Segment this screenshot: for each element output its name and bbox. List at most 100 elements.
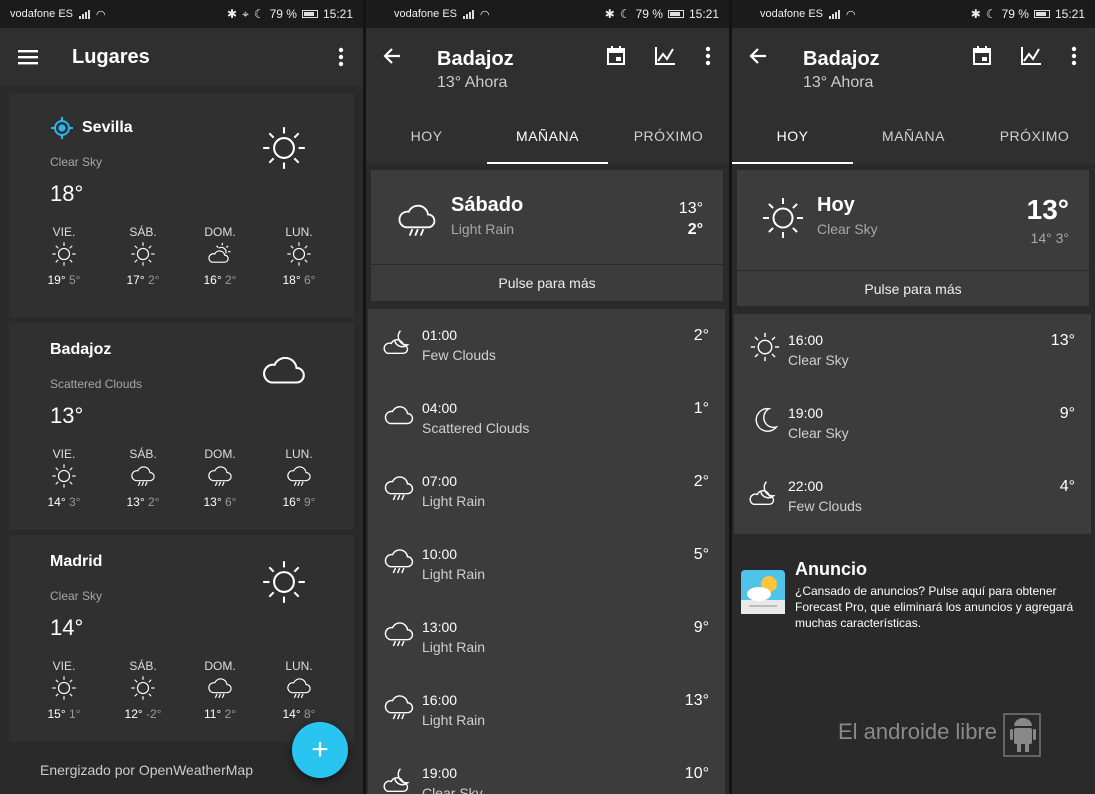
battery-icon xyxy=(667,10,684,18)
summary-day: Sábado xyxy=(451,194,524,216)
hour-condition: Light Rain xyxy=(422,493,486,509)
hourly-row[interactable]: 16:00 Clear Sky 13° xyxy=(734,314,1091,387)
menu-icon[interactable] xyxy=(8,37,48,77)
forecast-day: VIE. 14° 3° xyxy=(39,447,89,509)
forecast-day: LUN. 18° 6° xyxy=(274,225,324,287)
bluetooth-icon: ✱ xyxy=(970,7,981,21)
hour-time: 19:00 xyxy=(422,765,458,781)
summary-condition: Light Rain xyxy=(451,221,515,237)
forecast-high: 15° xyxy=(47,707,66,721)
summary-condition: Clear Sky xyxy=(817,221,878,237)
hourly-row[interactable]: 01:00 Few Clouds 2° xyxy=(368,309,725,382)
signal-icon xyxy=(463,9,474,19)
back-arrow-icon[interactable] xyxy=(738,36,778,76)
more-info-button[interactable]: Pulse para más xyxy=(737,281,1089,297)
forecast-app-icon xyxy=(741,570,785,614)
place-condition: Clear Sky xyxy=(50,155,103,169)
battery-icon xyxy=(301,10,318,18)
tab-hoy[interactable]: HOY xyxy=(732,108,853,164)
dnd-moon-icon: ☾ xyxy=(985,7,997,21)
place-name: Madrid xyxy=(50,553,103,570)
hourly-list: 16:00 Clear Sky 13° 19:00 Clear Sky 9° 2… xyxy=(734,314,1091,534)
forecast-high: 14° xyxy=(47,495,66,509)
app-bar: Badajoz 13° Ahora xyxy=(366,28,729,108)
add-place-button[interactable]: + xyxy=(292,722,348,778)
overflow-menu-icon[interactable] xyxy=(321,37,361,77)
tab-proximo[interactable]: PRÓXIMO xyxy=(608,108,729,164)
rain-cloud-icon xyxy=(384,476,414,501)
hourly-row[interactable]: 19:00 Clear Sky 10° xyxy=(368,747,725,794)
today-screen: vodafone ES ◠ ✱ ☾ 79 % 15:21 Badajoz 13°… xyxy=(732,0,1095,794)
place-card[interactable]: Madrid Clear Sky 14° VIE. 15° 1° SÁB. 12° … xyxy=(9,535,354,742)
day-summary-card[interactable]: Hoy Clear Sky 13° 14° 3° Pulse para más xyxy=(737,170,1089,306)
forecast-high: 11° xyxy=(203,707,222,721)
forecast-day-label: VIE. xyxy=(52,659,76,673)
forecast-day: VIE. 15° 1° xyxy=(39,659,89,721)
forecast-day: SÁB. 17° 2° xyxy=(118,225,168,287)
chart-icon[interactable] xyxy=(645,36,685,76)
hourly-row[interactable]: 04:00 Scattered Clouds 1° xyxy=(368,382,725,455)
place-condition: Scattered Clouds xyxy=(50,377,143,391)
hour-condition: Clear Sky xyxy=(788,425,849,441)
ad-banner[interactable]: Anuncio ¿Cansado de anuncios? Pulse aquí… xyxy=(732,548,1095,648)
overflow-menu-icon[interactable] xyxy=(1054,36,1094,76)
rain-cloud-icon xyxy=(398,204,436,236)
signal-icon xyxy=(829,9,840,19)
forecast-high: 14° xyxy=(282,707,301,721)
forecast-low: 8° xyxy=(304,707,316,721)
place-card[interactable]: Sevilla Clear Sky 18° VIE. 19° 5° SÁB. 17°… xyxy=(9,93,354,318)
moon-cloud-icon xyxy=(383,768,410,793)
hourly-row[interactable]: 19:00 Clear Sky 9° xyxy=(734,387,1091,460)
forecast-high: 16° xyxy=(282,495,301,509)
divider xyxy=(737,270,1089,271)
place-condition: Clear Sky xyxy=(50,589,103,603)
dnd-moon-icon: ☾ xyxy=(619,7,631,21)
forecast-high: 16° xyxy=(203,273,222,287)
forecast-day-label: SÁB. xyxy=(129,225,157,239)
forecast-high: 12° xyxy=(124,707,143,721)
sun-icon xyxy=(52,242,76,266)
calendar-icon[interactable] xyxy=(596,36,636,76)
hour-condition: Clear Sky xyxy=(422,785,483,794)
hourly-row[interactable]: 10:00 Light Rain 5° xyxy=(368,528,725,601)
sun-icon xyxy=(759,194,807,247)
day-summary-card[interactable]: Sábado Light Rain 13° 2° Pulse para más xyxy=(371,170,723,301)
calendar-icon[interactable] xyxy=(962,36,1002,76)
forecast-low: 9° xyxy=(304,495,316,509)
hour-time: 16:00 xyxy=(788,332,824,348)
rain-cloud-icon xyxy=(287,678,311,699)
forecast-high: 17° xyxy=(126,273,145,287)
back-arrow-icon[interactable] xyxy=(372,36,412,76)
hourly-row[interactable]: 07:00 Light Rain 2° xyxy=(368,455,725,528)
rain-cloud-icon xyxy=(208,678,232,699)
rain-cloud-icon xyxy=(384,695,414,720)
forecast-day: LUN. 16° 9° xyxy=(274,447,324,509)
sun-icon xyxy=(52,676,76,700)
summary-current-temp: 13° xyxy=(1026,194,1069,225)
forecast-day: VIE. 19° 5° xyxy=(39,225,89,287)
forecast-day-label: LUN. xyxy=(285,225,313,239)
hourly-row[interactable]: 16:00 Light Rain 13° xyxy=(368,674,725,747)
hourly-row[interactable]: 22:00 Few Clouds 4° xyxy=(734,460,1091,533)
tab-proximo[interactable]: PRÓXIMO xyxy=(974,108,1095,164)
forecast-low: 1° xyxy=(69,707,81,721)
forecast-low: 3° xyxy=(69,495,81,509)
more-info-button[interactable]: Pulse para más xyxy=(371,275,723,291)
chart-icon[interactable] xyxy=(1011,36,1051,76)
tab-manana[interactable]: MAÑANA xyxy=(487,108,608,164)
carrier-label: vodafone ES xyxy=(10,8,73,20)
forecast-low: 2° xyxy=(224,707,237,721)
sun-icon xyxy=(750,332,780,362)
hour-condition: Light Rain xyxy=(422,712,486,728)
partly-cloudy-icon xyxy=(208,242,231,263)
hourly-row[interactable]: 13:00 Light Rain 9° xyxy=(368,601,725,674)
hour-temp: 2° xyxy=(693,473,709,490)
moon-cloud-icon xyxy=(749,481,776,506)
forecast-low: 5° xyxy=(69,273,81,287)
overflow-menu-icon[interactable] xyxy=(688,36,728,76)
place-temp: 18° xyxy=(50,181,84,206)
tab-hoy[interactable]: HOY xyxy=(366,108,487,164)
place-card[interactable]: Badajoz Scattered Clouds 13° VIE. 14° 3° S… xyxy=(9,323,354,530)
forecast-low: -2° xyxy=(146,707,162,721)
tab-manana[interactable]: MAÑANA xyxy=(853,108,974,164)
